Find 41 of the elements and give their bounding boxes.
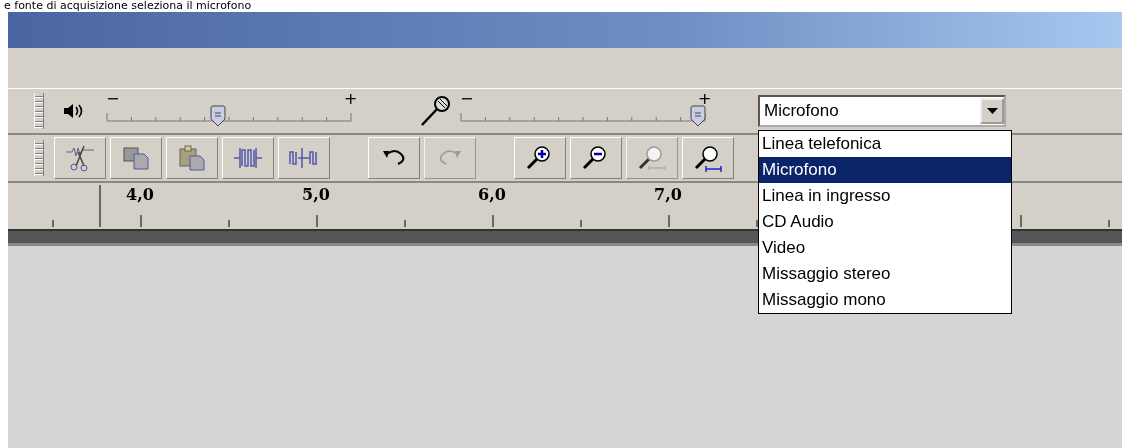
- zoom-selection-button[interactable]: [682, 137, 734, 179]
- minus-label: −: [106, 91, 120, 107]
- slider-thumb[interactable]: [690, 105, 706, 127]
- caret-icon: [986, 108, 998, 114]
- undo-button[interactable]: [368, 137, 420, 179]
- trim-button[interactable]: [222, 137, 274, 179]
- ruler-label: 5,0: [302, 185, 330, 204]
- slider-thumb[interactable]: [209, 105, 226, 127]
- zoom-fit-icon: [636, 144, 668, 172]
- toolbar-grip[interactable]: [34, 140, 44, 176]
- zoom-selection-icon: [692, 144, 724, 172]
- speaker-icon: [62, 101, 84, 121]
- plus-label: +: [344, 91, 358, 107]
- copy-icon: [120, 144, 152, 172]
- toolbar-grip[interactable]: [34, 93, 44, 129]
- copy-button[interactable]: [110, 137, 162, 179]
- microphone-icon: [418, 94, 452, 128]
- plus-label: +: [698, 91, 712, 107]
- ruler-label: 6,0: [478, 185, 506, 204]
- dropdown-option[interactable]: Missaggio stereo: [759, 261, 1011, 287]
- dropdown-option[interactable]: Missaggio mono: [759, 287, 1011, 313]
- zoom-out-button[interactable]: [570, 137, 622, 179]
- dropdown-option[interactable]: CD Audio: [759, 209, 1011, 235]
- input-source-dropdown[interactable]: Microfono: [758, 95, 1006, 127]
- scissors-icon: [64, 144, 96, 172]
- ruler-label: 7,0: [654, 185, 682, 204]
- dropdown-option[interactable]: Video: [759, 235, 1011, 261]
- zoom-in-button[interactable]: [514, 137, 566, 179]
- recording-volume-slider[interactable]: [460, 105, 706, 128]
- caption-text: e fonte di acquisizione seleziona il microfono: [3, 0, 253, 12]
- dropdown-option[interactable]: Linea telefonica: [759, 131, 1011, 157]
- playback-volume-slider[interactable]: [106, 105, 352, 128]
- dropdown-button[interactable]: [980, 98, 1004, 124]
- paste-button[interactable]: [166, 137, 218, 179]
- silence-button[interactable]: [278, 137, 330, 179]
- ruler-label: 4,0: [126, 185, 154, 204]
- silence-audio-button[interactable]: [54, 137, 106, 179]
- dropdown-option[interactable]: Microfono: [759, 157, 1011, 183]
- paste-icon: [176, 144, 208, 172]
- dropdown-option[interactable]: Linea in ingresso: [759, 183, 1011, 209]
- minus-label: −: [460, 91, 474, 107]
